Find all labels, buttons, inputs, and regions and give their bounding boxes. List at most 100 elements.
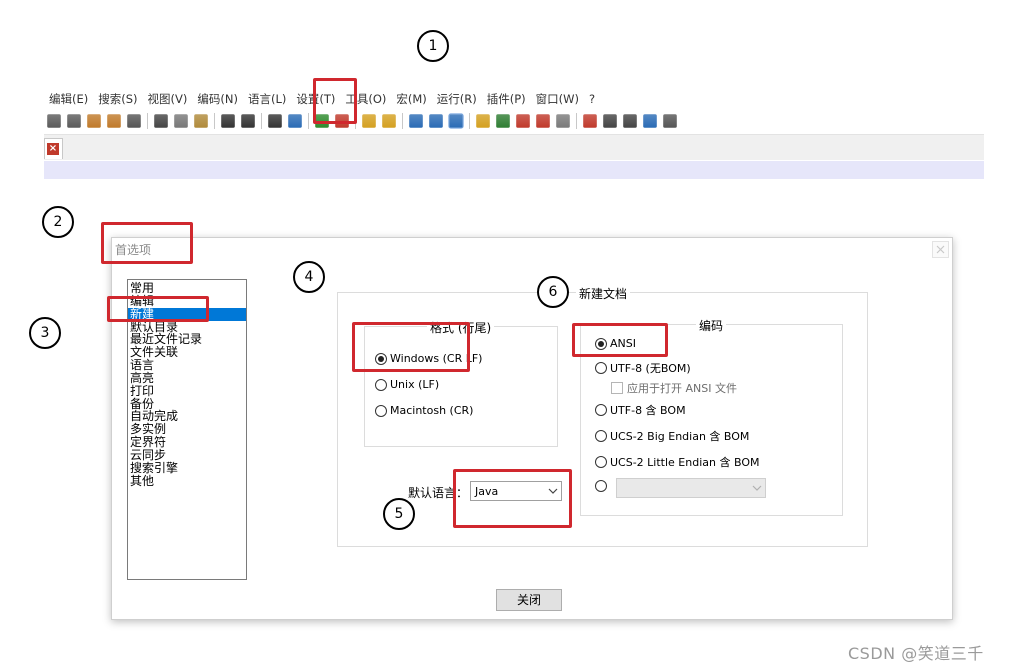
function-list-icon[interactable] <box>516 114 530 128</box>
chevron-down-icon <box>545 482 561 500</box>
apply-to-ansi-checkbox[interactable] <box>611 382 623 394</box>
category-list[interactable]: 常用 编辑 新建 默认目录 最近文件记录 文件关联 语言 高亮 打印 备份 自动… <box>127 279 247 580</box>
encoding-option-ucs2-be[interactable]: UCS-2 Big Endian 含 BOM <box>595 428 749 444</box>
annotation-circle-3: 3 <box>29 317 61 349</box>
close-all-icon[interactable] <box>107 114 121 128</box>
folder-workspace-icon[interactable] <box>536 114 550 128</box>
encoding-option-utf8[interactable]: UTF-8 (无BOM) <box>595 360 691 376</box>
radio-ucs2-le[interactable] <box>595 456 607 468</box>
annotation-circle-2: 2 <box>42 206 74 238</box>
format-option-windows[interactable]: Windows (CR LF) <box>375 352 482 365</box>
toolbar-separator <box>576 113 577 129</box>
sync-vertical-icon[interactable] <box>362 114 376 128</box>
category-item-editing[interactable]: 编辑 <box>128 294 246 308</box>
encoding-option-utf8-label: UTF-8 (无BOM) <box>610 362 691 375</box>
category-item-general[interactable]: 常用 <box>128 282 246 295</box>
monitoring-icon[interactable] <box>556 114 570 128</box>
radio-other-encoding[interactable] <box>595 480 607 492</box>
menu-settings[interactable]: 设置(T) <box>291 90 340 108</box>
dialog-title: 首选项 <box>115 243 152 257</box>
encoding-option-ansi[interactable]: ANSI <box>595 337 636 350</box>
annotation-circle-4: 4 <box>293 261 325 293</box>
annotation-circle-6: 6 <box>537 276 569 308</box>
format-option-unix[interactable]: Unix (LF) <box>375 378 439 391</box>
default-language-select[interactable]: Java <box>470 481 562 501</box>
category-item-language[interactable]: 语言 <box>128 359 246 372</box>
dialog-close-button[interactable] <box>932 241 949 258</box>
redo-icon[interactable] <box>241 114 255 128</box>
toolbar <box>44 109 984 133</box>
sync-horizontal-icon[interactable] <box>382 114 396 128</box>
toolbar-separator <box>147 113 148 129</box>
menu-edit[interactable]: 编辑(E) <box>44 90 93 108</box>
close-file-icon[interactable] <box>87 114 101 128</box>
toolbar-separator <box>261 113 262 129</box>
chevron-down-icon <box>749 479 765 497</box>
radio-utf8-bom[interactable] <box>595 404 607 416</box>
toolbar-separator <box>214 113 215 129</box>
annotation-circle-5: 5 <box>383 498 415 530</box>
record-macro-icon[interactable] <box>583 114 597 128</box>
encoding-option-utf8-bom[interactable]: UTF-8 含 BOM <box>595 402 686 418</box>
menu-encoding[interactable]: 编码(N) <box>192 90 243 108</box>
radio-utf8[interactable] <box>595 362 607 374</box>
paste-icon[interactable] <box>194 114 208 128</box>
menu-help[interactable]: ? <box>584 90 600 108</box>
other-encoding-select[interactable] <box>616 478 766 498</box>
menu-search[interactable]: 搜索(S) <box>93 90 142 108</box>
undo-icon[interactable] <box>221 114 235 128</box>
apply-to-ansi-checkbox-row[interactable]: 应用于打开 ANSI 文件 <box>611 380 737 396</box>
save-macro-icon[interactable] <box>663 114 677 128</box>
encoding-option-other[interactable] <box>595 480 610 492</box>
category-item-highlighting[interactable]: 高亮 <box>128 371 246 385</box>
menu-window[interactable]: 窗口(W) <box>531 90 584 108</box>
format-option-mac[interactable]: Macintosh (CR) <box>375 404 473 417</box>
default-language-value: Java <box>475 484 499 498</box>
word-wrap-icon[interactable] <box>409 114 423 128</box>
tab-close-button[interactable]: × <box>44 138 63 159</box>
editor-area[interactable] <box>44 161 984 179</box>
new-document-group-title: 新建文档 <box>576 285 631 302</box>
menu-tools[interactable]: 工具(O) <box>340 90 391 108</box>
menubar: 编辑(E) 搜索(S) 视图(V) 编码(N) 语言(L) 设置(T) 工具(O… <box>44 90 984 108</box>
category-item-misc[interactable]: 其他 <box>128 474 246 488</box>
show-all-chars-icon[interactable] <box>429 114 443 128</box>
find-icon[interactable] <box>268 114 282 128</box>
encoding-group-title: 编码 <box>696 317 727 334</box>
category-item-cloud-sync[interactable]: 云同步 <box>128 449 246 462</box>
menu-run[interactable]: 运行(R) <box>432 90 482 108</box>
format-option-mac-label: Macintosh (CR) <box>390 404 474 417</box>
zoom-in-icon[interactable] <box>315 114 329 128</box>
zoom-out-icon[interactable] <box>335 114 349 128</box>
language-define-icon[interactable] <box>476 114 490 128</box>
radio-ucs2-be[interactable] <box>595 430 607 442</box>
replace-icon[interactable] <box>288 114 302 128</box>
run-macro-multiple-icon[interactable] <box>643 114 657 128</box>
menu-plugins[interactable]: 插件(P) <box>482 90 531 108</box>
menu-view[interactable]: 视图(V) <box>143 90 193 108</box>
play-macro-icon[interactable] <box>623 114 637 128</box>
format-option-unix-label: Unix (LF) <box>390 378 440 391</box>
category-item-search-engine[interactable]: 搜索引擎 <box>128 461 246 475</box>
category-item-new-document[interactable]: 新建 <box>128 307 246 321</box>
radio-ansi[interactable] <box>595 337 607 350</box>
radio-windows[interactable] <box>375 352 387 365</box>
encoding-option-ucs2-be-label: UCS-2 Big Endian 含 BOM <box>610 430 750 443</box>
radio-unix[interactable] <box>375 378 387 391</box>
toolbar-separator <box>469 113 470 129</box>
copy-icon[interactable] <box>174 114 188 128</box>
encoding-option-ucs2-le[interactable]: UCS-2 Little Endian 含 BOM <box>595 454 759 470</box>
close-dialog-button[interactable]: 关闭 <box>496 589 562 611</box>
indent-guide-icon[interactable] <box>448 113 464 129</box>
stop-macro-icon[interactable] <box>603 114 617 128</box>
doc-map-icon[interactable] <box>496 114 510 128</box>
encoding-option-utf8-bom-label: UTF-8 含 BOM <box>610 404 686 417</box>
cut-icon[interactable] <box>154 114 168 128</box>
print-icon[interactable] <box>127 114 141 128</box>
menu-language[interactable]: 语言(L) <box>243 90 291 108</box>
radio-mac[interactable] <box>375 404 387 417</box>
save-all-icon[interactable] <box>67 114 81 128</box>
category-item-print[interactable]: 打印 <box>128 384 246 398</box>
save-icon[interactable] <box>47 114 61 128</box>
menu-macro[interactable]: 宏(M) <box>391 90 431 108</box>
